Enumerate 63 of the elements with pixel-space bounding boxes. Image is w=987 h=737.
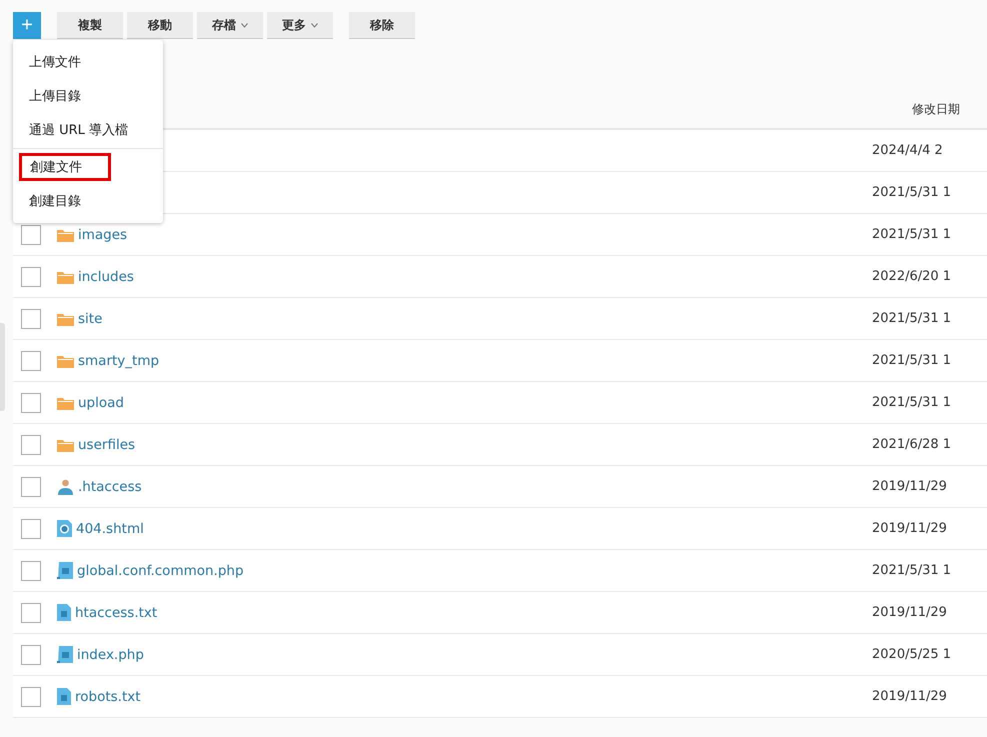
file-name-link[interactable]: smarty_tmp [78,352,160,368]
file-name-link[interactable]: userfiles [78,436,136,452]
file-name-link[interactable]: htaccess.txt [75,604,158,620]
toolbar-button[interactable]: 複製 [57,12,123,39]
script-document-icon [57,562,73,579]
row-checkbox[interactable] [21,392,41,412]
toolbar-button[interactable]: 移除 [349,12,415,39]
row-checkbox[interactable] [21,476,41,496]
file-name-link[interactable]: .htaccess [78,478,142,494]
date-cell: 2024/4/4 2 [872,143,943,158]
file-name-link[interactable]: includes [78,268,134,284]
date-cell: 2021/5/31 1 [872,185,952,200]
row-checkbox[interactable] [21,644,41,664]
row-checkbox[interactable] [21,434,41,454]
row-checkbox[interactable] [21,518,41,538]
date-cell: 2021/5/31 1 [872,227,952,242]
script-document-icon [57,646,73,663]
file-name-link[interactable]: site [78,310,102,326]
menu-item[interactable]: 創建目錄 [29,192,81,210]
folder-icon [57,312,74,326]
row-checkbox[interactable] [21,266,41,286]
document-icon [57,604,71,621]
add-button[interactable]: + [13,12,41,39]
column-header[interactable]: 修改日期 [912,100,960,118]
menu-item[interactable]: 創建文件 [19,153,111,181]
date-cell: 2021/5/31 1 [872,395,952,410]
folder-icon [57,270,74,284]
toolbar-button[interactable]: 移動 [127,12,193,39]
row-checkbox[interactable] [21,560,41,580]
toolbar-button[interactable]: 存檔 [197,12,263,39]
row-checkbox[interactable] [21,224,41,244]
date-cell: 2019/11/29 [872,479,947,494]
file-name-link[interactable]: upload [78,394,124,410]
file-name-link[interactable]: images [78,226,128,242]
row-checkbox[interactable] [21,602,41,622]
file-name-link[interactable]: global.conf.common.php [77,562,244,578]
date-cell: 2021/5/31 1 [872,311,952,326]
date-cell: 2019/11/29 [872,521,947,536]
scroll-handle[interactable] [0,323,5,411]
toolbar-button[interactable]: 更多 [267,12,333,39]
row-checkbox[interactable] [21,350,41,370]
menu-item[interactable]: 上傳目錄 [29,87,81,105]
date-cell: 2021/5/31 1 [872,353,952,368]
date-cell: 2020/5/25 1 [872,647,952,662]
date-cell: 2021/6/28 1 [872,437,952,452]
date-cell: 2019/11/29 [872,689,947,704]
folder-icon [57,228,74,242]
date-cell: 2022/6/20 1 [872,269,952,284]
row-checkbox[interactable] [21,686,41,706]
folder-icon [57,438,74,452]
date-cell: 2021/5/31 1 [872,563,952,578]
globe-document-icon [57,520,72,537]
menu-item[interactable]: 通過 URL 導入檔 [29,121,128,139]
folder-icon [57,396,74,410]
row-checkbox[interactable] [21,308,41,328]
folder-icon [57,354,74,368]
menu-item[interactable]: 上傳文件 [29,53,81,71]
file-name-link[interactable]: robots.txt [75,688,141,704]
date-cell: 2019/11/29 [872,605,947,620]
file-name-link[interactable]: 404.shtml [76,520,144,536]
document-icon [57,688,71,705]
file-name-link[interactable]: index.php [77,646,144,662]
user-icon [57,478,74,495]
